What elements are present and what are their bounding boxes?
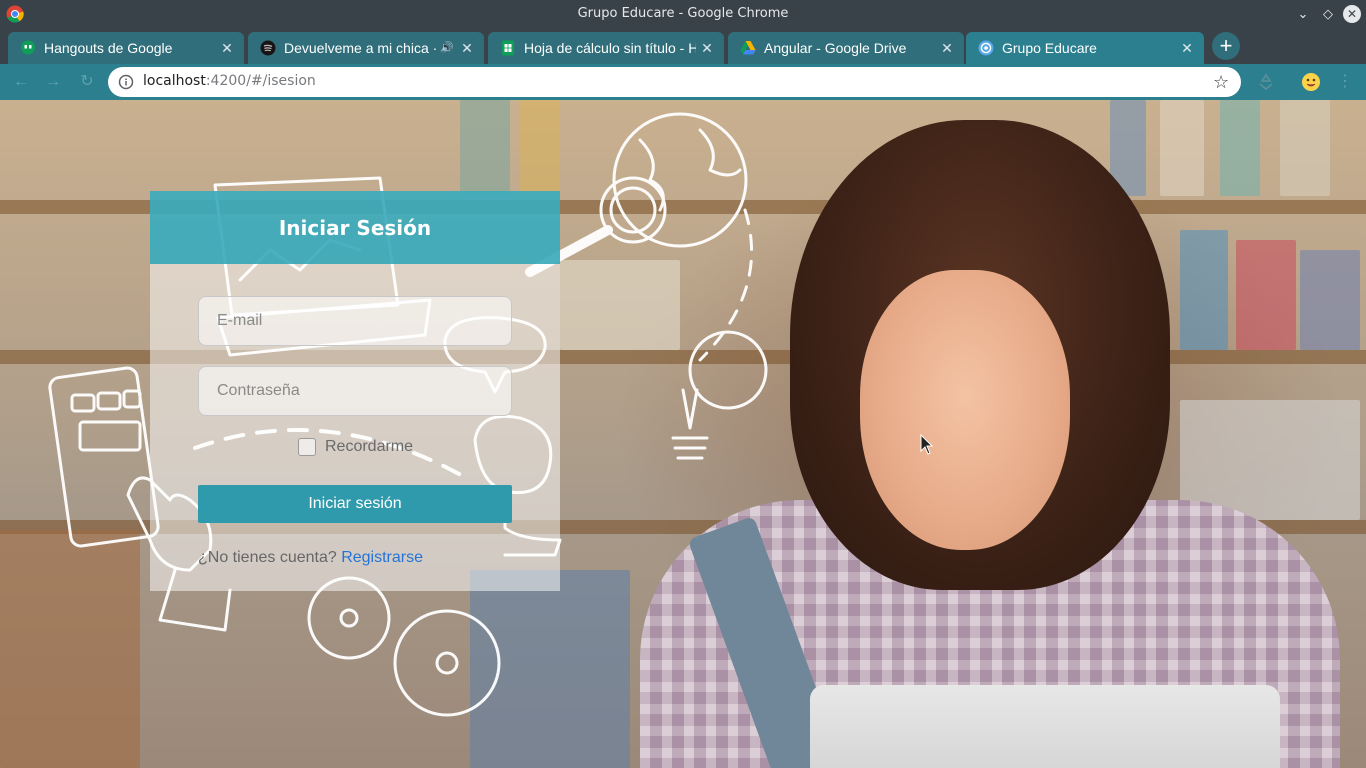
window-titlebar: Grupo Educare - Google Chrome ⌄ ◇ ✕ — [0, 0, 1366, 28]
address-bar[interactable]: localhost:4200/#/isesion ☆ — [108, 67, 1241, 97]
emoji-extension-icon[interactable] — [1301, 72, 1321, 92]
close-icon[interactable]: ✕ — [218, 39, 236, 57]
tab-drive[interactable]: Angular - Google Drive ✕ — [728, 32, 964, 64]
tab-title: Hangouts de Google — [44, 40, 173, 56]
no-account-text: ¿No tienes cuenta? — [198, 549, 337, 566]
close-icon[interactable]: ✕ — [458, 39, 476, 57]
drive-icon — [740, 41, 756, 55]
login-card: Iniciar Sesión Recordarme Iniciar sesión… — [150, 191, 560, 591]
tab-title: Hoja de cálculo sin título - Ho — [524, 40, 696, 56]
back-icon[interactable]: ← — [10, 71, 32, 93]
window-title: Grupo Educare - Google Chrome — [577, 6, 789, 21]
tab-title: Angular - Google Drive — [764, 40, 907, 56]
globe-icon — [612, 112, 748, 248]
forward-icon[interactable]: → — [42, 71, 64, 93]
reload-icon[interactable]: ↻ — [76, 71, 98, 93]
speaker-icon[interactable]: 🔊 — [440, 40, 454, 56]
remember-checkbox[interactable] — [298, 438, 316, 456]
signup-prompt: ¿No tienes cuenta? Registrarse — [198, 549, 423, 567]
tab-sheets[interactable]: Hoja de cálculo sin título - Ho ✕ — [488, 32, 724, 64]
remember-me[interactable]: Recordarme — [298, 437, 413, 457]
hangouts-icon — [21, 40, 35, 55]
sheets-icon — [502, 40, 514, 56]
tab-hangouts[interactable]: Hangouts de Google ✕ — [8, 32, 244, 64]
email-field[interactable] — [198, 296, 512, 346]
login-title: Iniciar Sesión — [150, 191, 560, 264]
tab-title: Grupo Educare — [1002, 40, 1097, 56]
menu-dots-icon[interactable]: ⋮ — [1334, 71, 1356, 93]
register-link[interactable]: Registrarse — [341, 549, 423, 566]
close-icon[interactable]: ✕ — [1343, 5, 1361, 23]
spotify-icon — [260, 40, 276, 56]
info-icon[interactable] — [118, 74, 134, 90]
close-icon[interactable]: ✕ — [938, 39, 956, 57]
bookmark-star-icon[interactable]: ☆ — [1213, 73, 1231, 91]
tab-strip: Hangouts de Google ✕ Devuelveme a mi chi… — [0, 28, 1366, 64]
lightbulb-icon — [688, 330, 768, 410]
close-icon[interactable]: ✕ — [698, 39, 716, 57]
diamond-icon[interactable]: ◇ — [1318, 4, 1338, 24]
mouse-cursor-icon — [920, 434, 934, 455]
remember-label: Recordarme — [325, 438, 414, 455]
gear-icon — [393, 609, 501, 717]
browser-toolbar: ← → ↻ localhost:4200/#/isesion ☆ ⋮ — [0, 64, 1366, 100]
tab-educare[interactable]: Grupo Educare ✕ — [966, 32, 1204, 64]
password-field[interactable] — [198, 366, 512, 416]
educare-icon — [978, 40, 994, 56]
new-tab-button[interactable]: + — [1212, 32, 1240, 60]
recycle-extension-icon[interactable] — [1256, 72, 1276, 92]
url-text[interactable]: localhost:4200/#/isesion — [143, 73, 316, 89]
close-icon[interactable]: ✕ — [1178, 39, 1196, 57]
tab-title: Devuelveme a mi chica · H — [284, 40, 442, 56]
chevron-down-icon[interactable]: ⌄ — [1293, 4, 1313, 24]
page-background: Iniciar Sesión Recordarme Iniciar sesión… — [0, 100, 1366, 768]
login-submit-button[interactable]: Iniciar sesión — [198, 485, 512, 523]
tab-spotify[interactable]: Devuelveme a mi chica · H 🔊 ✕ — [248, 32, 484, 64]
